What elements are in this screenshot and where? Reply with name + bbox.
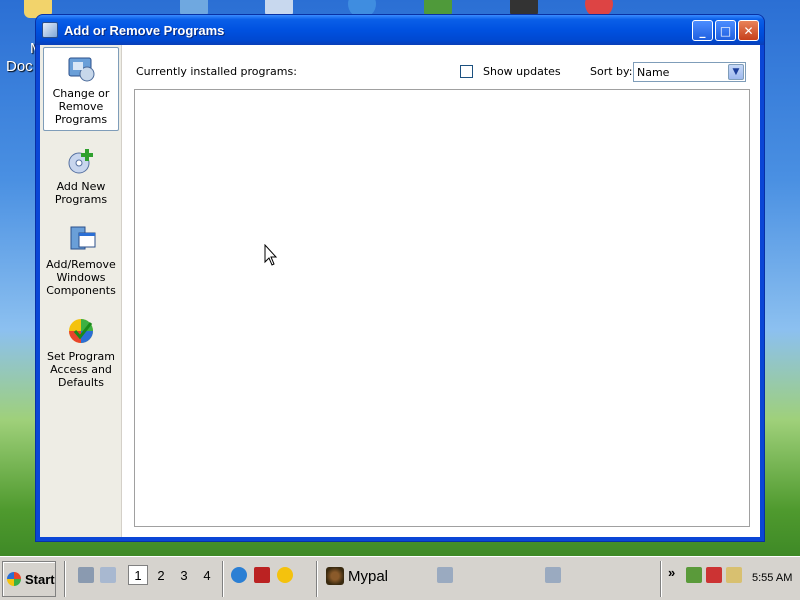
minimize-button[interactable]: _ bbox=[692, 20, 713, 41]
installed-programs-label: Currently installed programs: bbox=[136, 65, 297, 78]
windows-components-icon bbox=[65, 223, 97, 255]
internet-explorer-icon[interactable] bbox=[231, 567, 247, 583]
desktop-label: Doc bbox=[6, 58, 33, 75]
show-updates-label[interactable]: Show updates bbox=[483, 65, 561, 78]
start-label: Start bbox=[25, 571, 55, 587]
taskbar-separator bbox=[660, 561, 662, 597]
taskbar: Start 1 2 3 4 Mypal » 5:55 AM bbox=[0, 556, 800, 600]
clock: 5:55 AM bbox=[752, 572, 793, 584]
add-new-programs-icon bbox=[65, 145, 97, 177]
sidebar-item-add-new[interactable]: Add New Programs bbox=[43, 141, 119, 207]
title-bar[interactable]: Add or Remove Programs _ □ ✕ bbox=[36, 15, 764, 45]
workspace-2[interactable]: 2 bbox=[151, 565, 171, 585]
taskbar-item-label: Mypal bbox=[348, 567, 389, 585]
screenshot-icon[interactable] bbox=[545, 567, 561, 583]
taskbar-item-mypal[interactable]: Mypal bbox=[326, 563, 388, 589]
sidebar-item-label: Add/Remove Windows Components bbox=[46, 258, 116, 297]
taskbar-separator bbox=[64, 561, 66, 597]
taskbar-separator bbox=[316, 561, 318, 597]
mypal-icon bbox=[326, 567, 344, 585]
change-remove-programs-icon bbox=[65, 52, 97, 84]
windows-logo-icon bbox=[7, 572, 21, 586]
screenshot-icon[interactable] bbox=[437, 567, 453, 583]
tray-app-icon[interactable] bbox=[726, 567, 742, 583]
sidebar-item-label: Set Program Access and Defaults bbox=[47, 350, 115, 389]
installed-programs-list[interactable] bbox=[134, 89, 750, 527]
tray-overflow-button[interactable]: » bbox=[668, 565, 675, 580]
workspace-1[interactable]: 1 bbox=[128, 565, 148, 585]
sidebar-item-label: Add New Programs bbox=[54, 180, 108, 206]
media-icon[interactable] bbox=[254, 567, 270, 583]
control-panel-icon bbox=[42, 22, 58, 38]
sidebar: Change or Remove Programs Add New Progra… bbox=[40, 45, 122, 537]
taskbar-separator bbox=[222, 561, 224, 597]
main-panel: Currently installed programs: Show updat… bbox=[122, 45, 760, 537]
window-title: Add or Remove Programs bbox=[64, 22, 225, 38]
workspace-4[interactable]: 4 bbox=[197, 565, 217, 585]
screenshot-icon[interactable] bbox=[100, 567, 116, 583]
close-button[interactable]: ✕ bbox=[738, 20, 759, 41]
network-icon[interactable] bbox=[686, 567, 702, 583]
start-button[interactable]: Start bbox=[2, 561, 56, 597]
media-player-icon[interactable] bbox=[277, 567, 293, 583]
add-remove-programs-window: Add or Remove Programs _ □ ✕ Change or R… bbox=[35, 14, 765, 542]
shield-icon[interactable] bbox=[706, 567, 722, 583]
sort-by-label: Sort by: bbox=[590, 65, 633, 78]
sidebar-item-program-access[interactable]: Set Program Access and Defaults bbox=[43, 311, 119, 389]
show-desktop-icon[interactable] bbox=[78, 567, 94, 583]
window-client: Change or Remove Programs Add New Progra… bbox=[40, 45, 760, 537]
workspace-3[interactable]: 3 bbox=[174, 565, 194, 585]
sidebar-item-change-remove[interactable]: Change or Remove Programs bbox=[43, 47, 119, 131]
sidebar-item-label: Change or Remove Programs bbox=[52, 87, 110, 126]
program-access-icon bbox=[65, 315, 97, 347]
show-updates-toggle[interactable]: Show updates bbox=[460, 65, 561, 78]
mouse-cursor-icon bbox=[264, 244, 278, 266]
sort-by-value: Name bbox=[637, 65, 670, 79]
sidebar-item-windows-components[interactable]: Add/Remove Windows Components bbox=[43, 219, 119, 297]
show-updates-checkbox[interactable] bbox=[460, 65, 473, 78]
chevron-down-icon[interactable]: ▼ bbox=[728, 64, 744, 80]
sort-by-select[interactable]: Name ▼ bbox=[633, 62, 746, 82]
window-controls: _ □ ✕ bbox=[692, 20, 759, 41]
maximize-button[interactable]: □ bbox=[715, 20, 736, 41]
